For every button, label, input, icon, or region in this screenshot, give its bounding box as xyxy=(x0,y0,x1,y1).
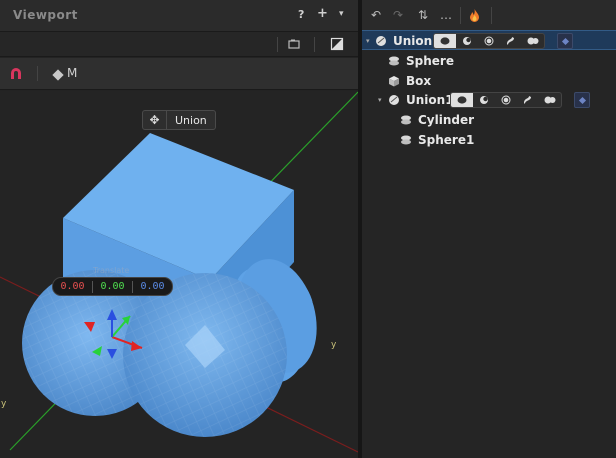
tree-node-box[interactable]: Box xyxy=(362,71,616,91)
camera-icon[interactable] xyxy=(287,37,301,51)
panel-menu-button[interactable]: ▾ xyxy=(339,9,344,19)
snap-magnet-icon[interactable] xyxy=(9,67,23,80)
boolean-op-selector[interactable] xyxy=(450,92,562,108)
help-button[interactable]: ? xyxy=(298,8,304,21)
box-icon xyxy=(389,76,399,87)
viewport-panel: Viewport ? + ▾ M y y ✥ Union Translate 0… xyxy=(0,0,358,458)
smooth-op-icon[interactable] xyxy=(517,93,539,107)
node-label: Cylinder xyxy=(418,113,475,127)
viewport-toolbar xyxy=(0,32,358,57)
add-diamond-icon xyxy=(578,96,586,104)
app-root: Viewport ? + ▾ M y y ✥ Union Translate 0… xyxy=(0,0,616,458)
node-label: Union xyxy=(393,34,433,48)
add-child-button[interactable] xyxy=(574,92,590,108)
blend-op-icon[interactable] xyxy=(522,34,544,48)
boolean-op-selector[interactable] xyxy=(433,33,545,49)
move-icon[interactable]: ✥ xyxy=(143,111,167,129)
toolbar-divider xyxy=(37,66,38,81)
viewport-titlebar: Viewport ? + ▾ xyxy=(0,0,358,32)
expand-arrow-icon[interactable]: ▾ xyxy=(366,37,370,45)
union-op-icon[interactable] xyxy=(434,34,456,48)
axis-y-marker: y xyxy=(1,399,7,409)
sphere-icon xyxy=(389,56,399,66)
add-panel-button[interactable]: + xyxy=(317,6,328,21)
coord-y-value[interactable]: 0.00 xyxy=(93,281,132,292)
fire-icon[interactable] xyxy=(469,9,480,22)
selection-tag[interactable]: ✥ Union xyxy=(142,110,216,130)
union-icon xyxy=(376,36,386,46)
toolbar-divider xyxy=(314,37,315,52)
toolbar-divider xyxy=(277,37,278,52)
shading-icon[interactable] xyxy=(330,37,344,51)
coord-z-value[interactable]: 0.00 xyxy=(133,281,172,292)
selection-tag-label: Union xyxy=(175,113,207,127)
scene-tree-panel: ↶ ↷ ⇅ … ▾ Union Sphere Box ▾ Union1 Cyli… xyxy=(362,0,616,458)
smooth-op-icon[interactable] xyxy=(500,34,522,48)
scene-render: y y xyxy=(0,91,358,453)
add-diamond-icon xyxy=(561,37,569,45)
tree-node-union1[interactable]: ▾ Union1 xyxy=(362,90,616,110)
tree-node-sphere1[interactable]: Sphere1 xyxy=(362,130,616,150)
undo-button[interactable]: ↶ xyxy=(368,8,384,22)
intersect-op-icon[interactable] xyxy=(495,93,517,107)
axis-y-marker: y xyxy=(331,340,337,350)
mode-label[interactable]: M xyxy=(67,66,77,80)
node-label: Box xyxy=(406,74,432,88)
viewport-title: Viewport xyxy=(13,8,78,22)
3d-scene-canvas[interactable]: y y xyxy=(0,91,358,458)
coord-x-value[interactable]: 0.00 xyxy=(53,281,92,292)
sphere-icon xyxy=(401,135,411,145)
coordinate-readout[interactable]: 0.00 0.00 0.00 xyxy=(52,277,173,296)
subtract-op-icon[interactable] xyxy=(473,93,495,107)
add-child-button[interactable] xyxy=(557,33,573,49)
intersect-op-icon[interactable] xyxy=(478,34,500,48)
sort-button[interactable]: ⇅ xyxy=(415,8,431,22)
union-icon xyxy=(389,95,399,105)
toolbar-divider xyxy=(491,7,492,24)
node-label: Sphere1 xyxy=(418,133,475,147)
scene-tree-toolbar: ↶ ↷ ⇅ … xyxy=(362,0,616,31)
tree-node-sphere[interactable]: Sphere xyxy=(362,51,616,71)
redo-button[interactable]: ↷ xyxy=(390,8,406,22)
subtract-op-icon[interactable] xyxy=(456,34,478,48)
cylinder-icon xyxy=(401,115,411,125)
union-op-icon[interactable] xyxy=(451,93,473,107)
blend-op-icon[interactable] xyxy=(539,93,561,107)
tree-node-union[interactable]: ▾ Union xyxy=(362,30,616,50)
expand-arrow-icon[interactable]: ▾ xyxy=(378,96,382,104)
tree-node-cylinder[interactable]: Cylinder xyxy=(362,110,616,130)
toolbar-divider xyxy=(460,7,461,24)
node-label: Union1 xyxy=(406,93,454,107)
translate-label: Translate xyxy=(93,266,130,275)
more-button[interactable]: … xyxy=(438,8,454,22)
node-label: Sphere xyxy=(406,54,454,68)
